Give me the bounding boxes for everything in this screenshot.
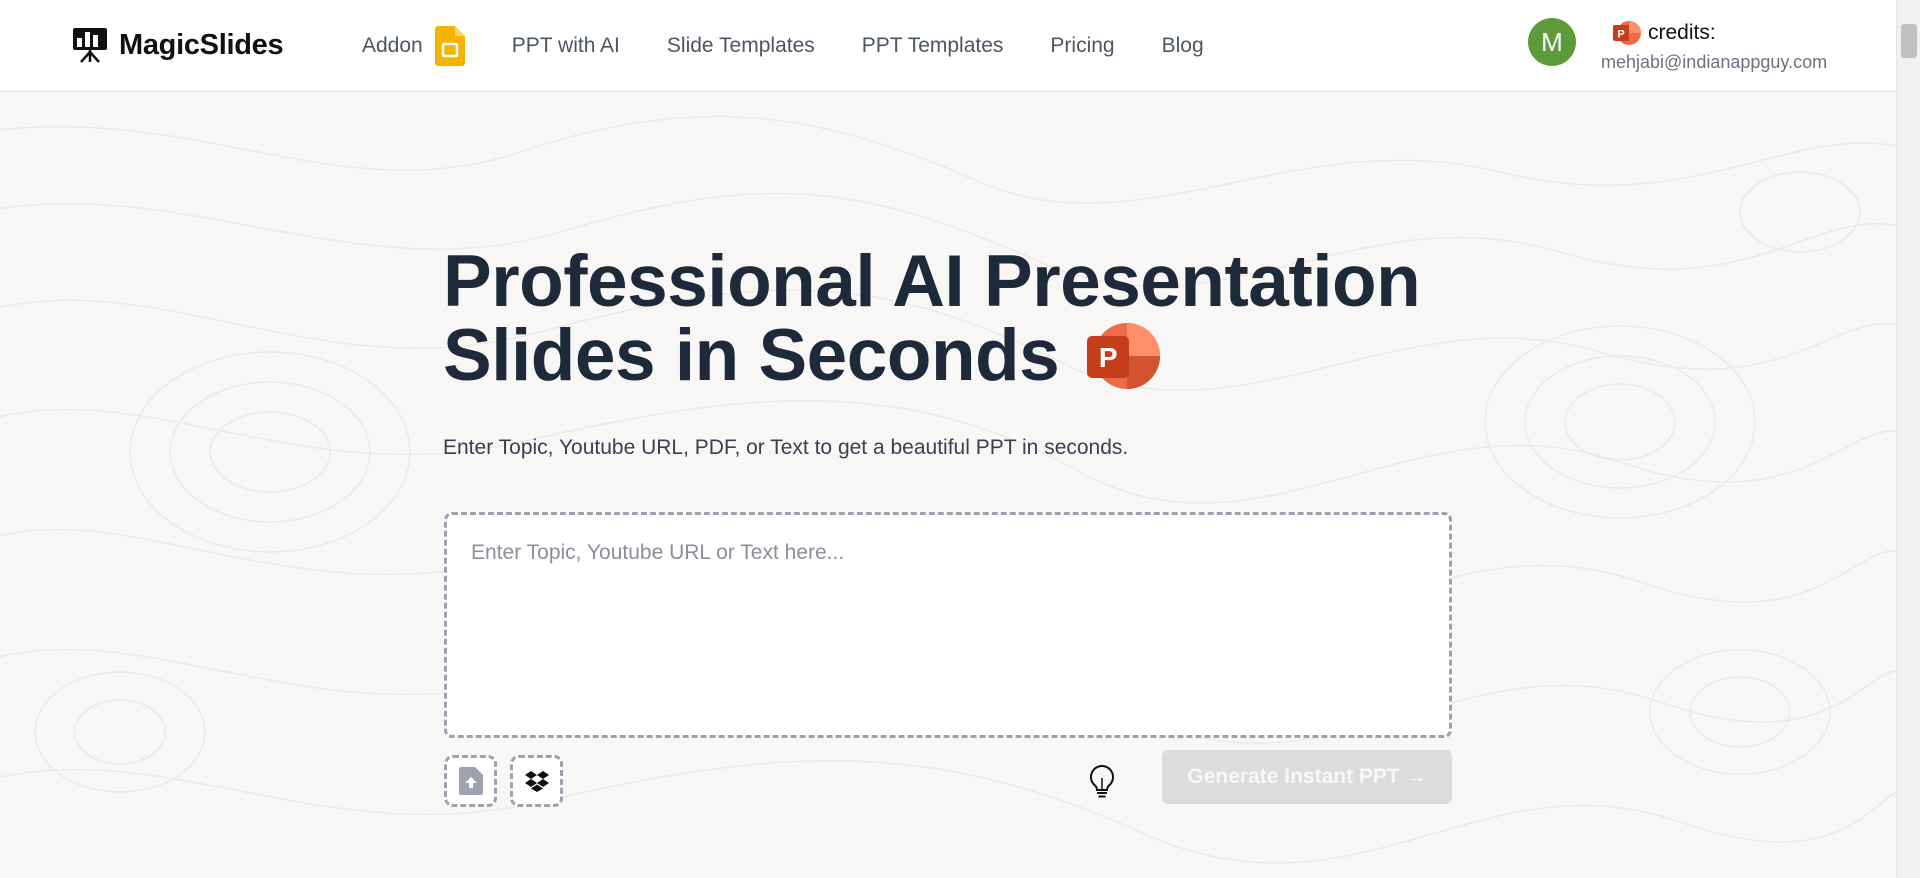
nav-item-addon[interactable]: Addon xyxy=(362,26,465,66)
hero-subtitle: Enter Topic, Youtube URL, PDF, or Text t… xyxy=(443,436,1129,459)
nav-item-label: PPT Templates xyxy=(861,34,1004,57)
nav-item-slide-templates[interactable]: Slide Templates xyxy=(667,34,815,58)
topic-input[interactable] xyxy=(447,515,1449,735)
brand-name: MagicSlides xyxy=(119,28,284,61)
credits-label: credits: xyxy=(1648,21,1716,44)
nav-item-label: Addon xyxy=(362,34,423,57)
hero-heading: Professional AI Presentation Slides in S… xyxy=(443,241,1421,393)
main-nav: Addon PPT with AI Slide Templates PPT Te… xyxy=(362,26,1251,66)
nav-item-ppt-with-ai[interactable]: PPT with AI xyxy=(512,34,620,58)
topic-input-box[interactable] xyxy=(444,512,1452,738)
dropbox-button[interactable] xyxy=(510,755,563,807)
powerpoint-icon: P xyxy=(1613,21,1641,45)
powerpoint-icon: P xyxy=(1087,323,1161,389)
page-scrollbar[interactable] xyxy=(1896,0,1920,878)
nav-item-label: PPT with AI xyxy=(511,34,620,57)
credits-indicator: P credits: xyxy=(1612,20,1716,46)
upload-file-button[interactable] xyxy=(444,755,497,807)
scrollbar-thumb[interactable] xyxy=(1901,24,1917,58)
nav-item-label: Slide Templates xyxy=(666,34,815,57)
topographic-background xyxy=(0,115,1896,864)
idea-button[interactable] xyxy=(1088,764,1116,805)
upload-file-icon xyxy=(458,767,483,795)
svg-text:P: P xyxy=(1617,29,1624,41)
nav-item-label: Pricing xyxy=(1050,34,1115,57)
hero-title-line-1: Professional AI Presentation xyxy=(443,241,1421,322)
user-avatar[interactable]: M xyxy=(1528,18,1576,66)
presentation-board-icon xyxy=(73,28,107,63)
svg-text:P: P xyxy=(1099,342,1117,373)
dropbox-icon xyxy=(524,771,549,792)
nav-item-pricing[interactable]: Pricing xyxy=(1050,34,1114,58)
nav-item-ppt-templates[interactable]: PPT Templates xyxy=(862,34,1004,58)
hero-title-line-2: Slides in Seconds xyxy=(443,315,1060,396)
hero-title-line-2-row: Slides in Seconds P xyxy=(443,319,1420,393)
lightbulb-icon xyxy=(1090,764,1114,798)
user-email: mehjabi@indianappguy.com xyxy=(1601,52,1828,72)
top-navbar: MagicSlides Addon PPT with AI Slide Temp… xyxy=(0,0,1896,92)
nav-item-blog[interactable]: Blog xyxy=(1162,34,1204,58)
generate-ppt-button[interactable]: Generate Instant PPT → xyxy=(1162,750,1452,804)
brand-logo[interactable]: MagicSlides xyxy=(71,26,284,64)
google-slides-icon xyxy=(434,26,465,66)
nav-item-label: Blog xyxy=(1161,34,1204,57)
